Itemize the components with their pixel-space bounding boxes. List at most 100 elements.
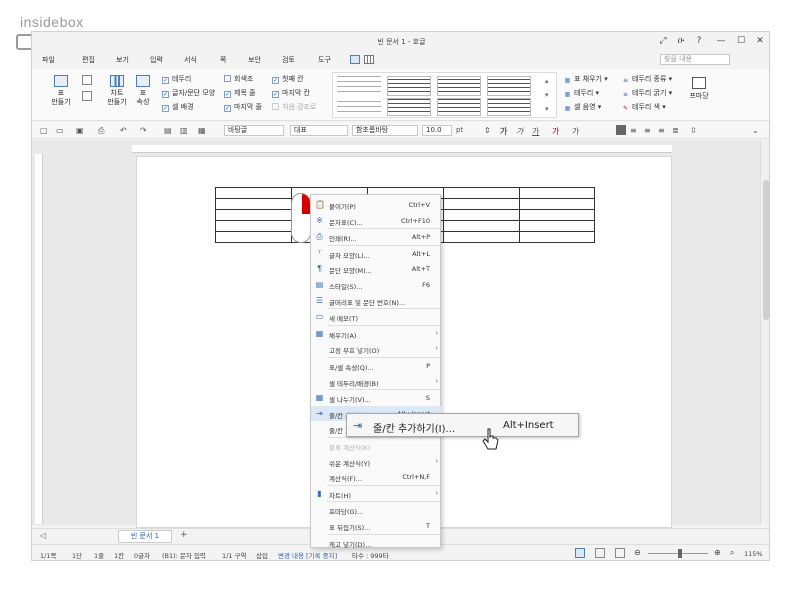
context-menu-item[interactable]: 쉬운 계산식(Y) › xyxy=(311,454,442,469)
table-style-swatch[interactable] xyxy=(487,98,531,116)
open-icon[interactable]: ▭ xyxy=(56,126,64,135)
insert-row-col-popup[interactable]: ⇥ 줄/칸 추가하기(I)... Alt+Insert xyxy=(346,413,579,437)
status-insert[interactable]: 삽입 xyxy=(256,550,268,560)
line-spacing-icon[interactable]: ⇳ xyxy=(690,126,697,135)
fullscreen-icon[interactable]: ⤢ xyxy=(656,36,670,46)
print-icon[interactable]: ⎙ xyxy=(98,126,104,136)
context-menu-item[interactable]: 셀 테두리/배경(B) › xyxy=(311,374,442,389)
font-size-input[interactable]: 10.0 xyxy=(422,125,452,136)
minimize-icon[interactable]: — xyxy=(714,36,728,46)
menu-edit[interactable]: 편집 xyxy=(82,55,95,65)
menu-view[interactable]: 보기 xyxy=(116,55,129,65)
table-style-swatch[interactable] xyxy=(437,98,481,116)
zoom-in-icon[interactable]: ⊕ xyxy=(714,548,721,557)
check-last-row[interactable]: ✓ 마지막 줄 xyxy=(224,102,262,112)
undo-icon[interactable]: ↶ xyxy=(120,126,127,135)
table-style-swatch[interactable] xyxy=(487,76,531,96)
vertical-ruler[interactable] xyxy=(35,154,43,524)
bold-icon[interactable]: 가 xyxy=(500,126,507,137)
maximize-icon[interactable]: ☐ xyxy=(734,36,748,46)
menu-security[interactable]: 보안 xyxy=(248,55,261,65)
tab-nav-icon[interactable]: ◁ xyxy=(40,531,46,540)
zoom-level[interactable]: 115% xyxy=(744,550,763,558)
save-icon[interactable]: ▣ xyxy=(76,126,84,135)
zoom-slider-thumb[interactable] xyxy=(678,549,682,558)
context-menu-item[interactable]: ※ 문자표(C)... Ctrl+F10 xyxy=(311,213,442,228)
cell-shade-button[interactable]: ▦ 셀 음영 ▾ xyxy=(564,102,602,113)
italic-icon[interactable]: 가 xyxy=(516,126,523,137)
context-menu-item[interactable]: ☰ 글머리표 및 문단 번호(N)... xyxy=(311,293,442,308)
context-menu-item[interactable]: ▦ 채우기(A) › xyxy=(311,326,442,341)
border-button[interactable]: ▦ 테두리 ▾ xyxy=(564,88,599,99)
view-page-icon[interactable] xyxy=(615,548,625,558)
font-unit[interactable]: pt xyxy=(456,126,463,134)
status-track-changes[interactable]: 변경 내용 [기록 중지] xyxy=(278,550,337,560)
table-fill-button[interactable]: ▦ 표 채우기 ▾ xyxy=(564,74,608,85)
zoom-fit-icon[interactable]: ⌕ xyxy=(730,548,734,558)
table-style-swatch[interactable] xyxy=(437,76,481,96)
menu-insert[interactable]: 입력 xyxy=(150,55,163,65)
new-doc-icon[interactable]: ▢ xyxy=(40,126,48,135)
grid-tab-icon[interactable] xyxy=(364,55,374,64)
border-color-button[interactable]: ✎ 테두리 색 ▾ xyxy=(622,102,666,113)
context-menu-item[interactable]: 프마당(G)... xyxy=(311,502,442,517)
check-last-col[interactable]: ✓ 마지막 칸 xyxy=(272,88,310,98)
table-create-button[interactable]: 표 만들기 xyxy=(46,75,76,107)
lang-select[interactable]: 대표 xyxy=(290,125,348,136)
paste-icon[interactable]: ▥ xyxy=(180,126,188,135)
image-icon[interactable] xyxy=(82,91,92,101)
menu-review[interactable]: 검토 xyxy=(282,55,295,65)
context-menu-item[interactable]: ▦ 셀 나누기(V)... S xyxy=(311,390,442,405)
style-select[interactable]: 바탕글 xyxy=(224,125,284,136)
check-first-col[interactable]: ✓ 첫째 칸 xyxy=(272,74,304,84)
check-grayscale[interactable]: 회색조 xyxy=(224,74,253,84)
view-layout-icon[interactable] xyxy=(595,548,605,558)
table-style-swatch[interactable] xyxy=(387,98,431,116)
redo-icon[interactable]: ↷ xyxy=(140,126,147,135)
border-width-button[interactable]: ≡ 테두리 굵기 ▾ xyxy=(622,88,672,99)
align-left-icon[interactable]: ≡ xyxy=(630,126,637,135)
align-right-icon[interactable]: ≡ xyxy=(658,126,665,135)
font-color-icon[interactable]: 가 xyxy=(552,126,559,137)
gallery-scroll-up-icon[interactable]: ▴ xyxy=(545,77,549,85)
clip-icon[interactable]: ▦ xyxy=(198,126,206,135)
table-style-swatch[interactable] xyxy=(337,98,381,116)
vertical-scrollbar[interactable] xyxy=(760,140,769,525)
gallery-scroll-down-icon[interactable]: ▾ xyxy=(545,91,549,99)
help-icon[interactable]: ? xyxy=(692,36,706,46)
chart-create-button[interactable]: 차트 만들기 xyxy=(102,75,132,107)
formula-button[interactable]: 프마당 xyxy=(684,77,714,101)
font-select[interactable]: 함초롬바탕 xyxy=(352,125,418,136)
underline-icon[interactable]: 가 xyxy=(532,126,539,137)
zoom-out-icon[interactable]: ⊖ xyxy=(634,548,641,557)
menu-tools[interactable]: 도구 xyxy=(318,55,331,65)
context-menu-item[interactable]: 표/셀 속성(Q)... P xyxy=(311,358,442,373)
context-menu-item[interactable]: ¶ 문단 모양(M)... Alt+T xyxy=(311,261,442,276)
context-menu-item[interactable]: ▮ 차트(H) › xyxy=(311,486,442,501)
context-menu-item[interactable]: 고정 부호 넣기(O) › xyxy=(311,341,442,356)
gallery-more-icon[interactable]: ▾ xyxy=(545,105,549,113)
context-menu-item[interactable]: ▤ 스타일(S)... F6 xyxy=(311,277,442,292)
table-style-swatch[interactable] xyxy=(337,76,381,96)
copy-format-icon[interactable]: ▤ xyxy=(164,126,172,135)
table-style-swatch[interactable] xyxy=(387,76,431,96)
add-tab-button[interactable]: + xyxy=(180,530,188,540)
edit-icon[interactable] xyxy=(82,75,92,85)
table-style-gallery[interactable]: ▴ ▾ ▾ xyxy=(332,72,557,118)
check-header-row[interactable]: ✓ 제목 줄 xyxy=(224,88,256,98)
context-menu-item[interactable]: 캐고 넣기(D)... xyxy=(311,535,442,550)
context-menu-item[interactable]: 📋 붙이기(P) Ctrl+V xyxy=(311,197,442,212)
check-cell-bg[interactable]: ✓ 셀 배경 xyxy=(162,102,194,112)
menu-format[interactable]: 서식 xyxy=(184,55,197,65)
menu-file[interactable]: 파일 xyxy=(42,55,55,65)
context-menu-item[interactable]: 계산식(F)... Ctrl+N,F xyxy=(311,469,442,484)
view-normal-icon[interactable] xyxy=(575,548,585,558)
menu-page[interactable]: 쪽 xyxy=(220,55,226,65)
align-center-icon[interactable]: ≡ xyxy=(644,126,651,135)
align-distribute-icon[interactable]: ≣ xyxy=(672,126,679,135)
highlight-icon[interactable]: 가 xyxy=(572,126,579,137)
border-type-button[interactable]: ≡ 테두리 종류 ▾ xyxy=(622,74,672,85)
size-down-icon[interactable]: ⇕ xyxy=(484,126,491,135)
context-menu-item[interactable]: ᵀ 글자 모양(L)... Alt+L xyxy=(311,246,442,261)
table-tab-icon[interactable] xyxy=(350,55,360,64)
